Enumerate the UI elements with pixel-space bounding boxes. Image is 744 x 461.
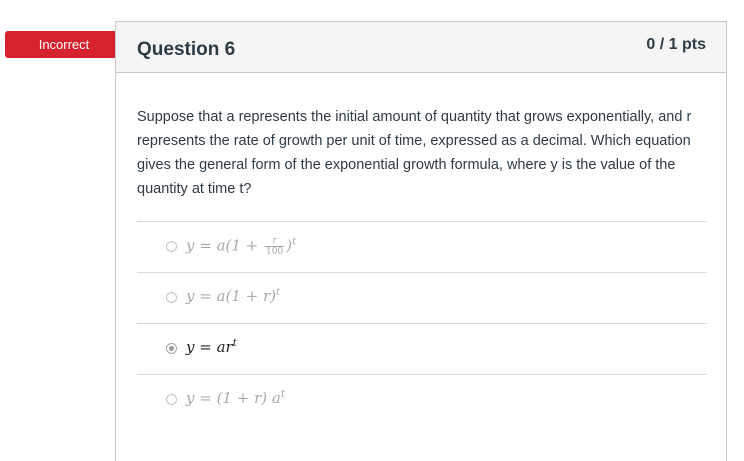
answer-equation: y = art	[186, 338, 237, 356]
question-title: Question 6	[137, 39, 236, 60]
answer-option-2[interactable]: y = a(1 + r)t	[137, 272, 707, 323]
equation-exponent: t	[276, 287, 281, 298]
question-text: Suppose that a represents the initial am…	[137, 109, 692, 197]
fraction-denominator: 100	[266, 247, 284, 257]
answer-radio[interactable]	[166, 241, 177, 252]
equation-exponent: t	[232, 338, 237, 349]
answer-option-1[interactable]: y = a(1 + r 100)t	[137, 221, 707, 272]
answer-radio[interactable]	[166, 292, 177, 303]
question-card: Question 6 0 / 1 pts Suppose that a repr…	[115, 21, 727, 461]
question-points: 0 / 1 pts	[646, 36, 706, 53]
equation-lhs: y = a(1 + r)	[186, 287, 277, 305]
answer-radio[interactable]	[166, 394, 177, 405]
answer-equation: y = a(1 + r 100)t	[186, 236, 296, 257]
answer-equation: y = a(1 + r)t	[186, 287, 280, 305]
equation-lhs: y = a(1 +	[186, 236, 264, 255]
answer-option-4[interactable]: y = (1 + r) at	[137, 374, 707, 425]
answer-equation: y = (1 + r) at	[186, 389, 285, 407]
fraction: r 100	[265, 236, 285, 257]
question-header: Question 6 0 / 1 pts	[116, 22, 726, 73]
answer-option-3[interactable]: y = art	[137, 323, 707, 374]
incorrect-label: Incorrect	[38, 37, 90, 52]
equation-lhs: y = (1 + r) a	[186, 389, 281, 407]
equation-exponent: t	[280, 389, 285, 400]
fraction-numerator: r	[265, 236, 285, 247]
answer-list: y = a(1 + r 100)t y = a(1 + r)t y = art y…	[137, 221, 707, 425]
answer-radio-selected[interactable]	[166, 343, 177, 354]
equation-lhs: y = ar	[186, 338, 233, 356]
equation-exponent: t	[292, 236, 297, 248]
incorrect-flag: Incorrect	[5, 31, 134, 58]
